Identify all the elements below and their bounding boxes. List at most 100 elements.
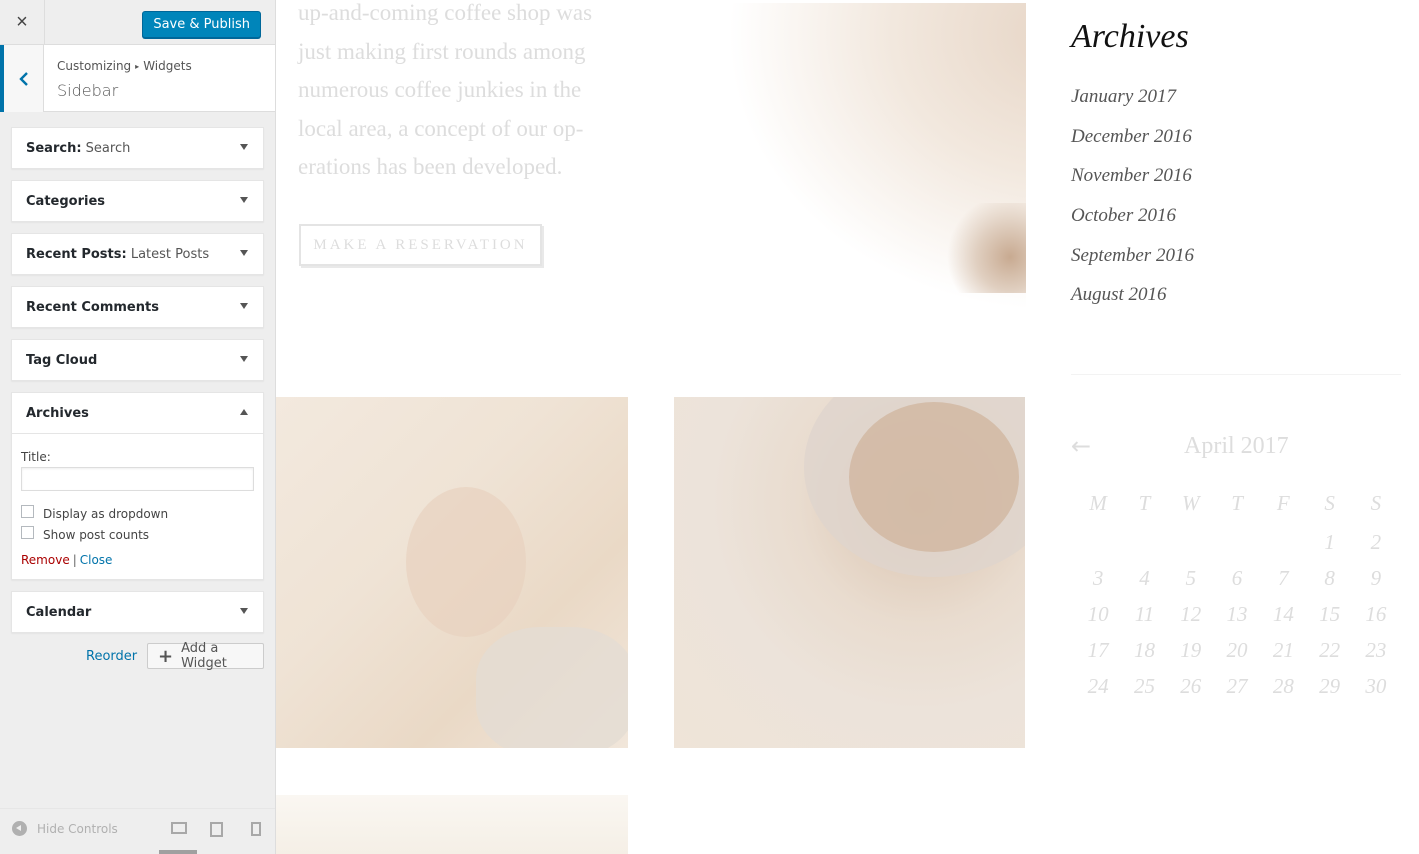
calendar-week-row: 1 2: [1075, 524, 1399, 560]
previous-month-arrow-icon[interactable]: ←: [1071, 432, 1091, 460]
weekday-header: T: [1138, 490, 1151, 515]
calendar-day: 21: [1272, 637, 1294, 662]
title-input[interactable]: [21, 467, 254, 491]
tablet-preview-icon[interactable]: [210, 822, 223, 837]
post-counts-label: Show post counts: [43, 527, 150, 542]
collapse-arrow-icon[interactable]: [240, 409, 248, 415]
archive-link[interactable]: December 2016: [1071, 124, 1194, 164]
calendar-day: 16: [1365, 601, 1387, 626]
weekday-header: W: [1181, 490, 1200, 515]
calendar-weekday-row: M T W T F S S: [1075, 482, 1399, 524]
reorder-link[interactable]: Reorder: [86, 649, 137, 664]
weekday-header: F: [1276, 490, 1290, 515]
save-publish-button[interactable]: Save & Publish: [142, 11, 261, 38]
widget-header-calendar[interactable]: Calendar: [12, 592, 263, 632]
close-icon: ×: [16, 11, 28, 33]
calendar-table: M T W T F S S 1 2 3 4 5 6 7 8 9 10 11 12…: [1075, 482, 1399, 704]
dropdown-checkbox[interactable]: [21, 504, 34, 518]
archive-link[interactable]: August 2016: [1071, 282, 1194, 322]
coffee-scoop-image: [726, 3, 1026, 313]
post-counts-checkbox[interactable]: [21, 525, 34, 539]
hide-controls-button[interactable]: Hide Controls: [12, 821, 118, 836]
widget-title: Tag Cloud: [26, 352, 98, 368]
calendar-month-title: April 2017: [1184, 433, 1289, 459]
calendar-day: 15: [1319, 601, 1341, 626]
archive-link[interactable]: January 2017: [1071, 84, 1194, 124]
calendar-day: 2: [1370, 529, 1382, 554]
barista-figure: [406, 487, 526, 637]
widget-recent-posts: Recent Posts: Latest Posts: [11, 233, 264, 275]
back-button[interactable]: [0, 45, 44, 112]
post-counts-option[interactable]: Show post counts: [21, 524, 254, 545]
archive-link[interactable]: November 2016: [1071, 163, 1194, 203]
calendar-day: 1: [1324, 529, 1335, 554]
calendar-day: [1214, 524, 1260, 560]
expand-arrow-icon[interactable]: [240, 144, 248, 150]
widget-title: Categories: [26, 193, 106, 209]
add-widget-button[interactable]: + Add a Widget: [147, 641, 264, 671]
expand-arrow-icon[interactable]: [240, 303, 248, 309]
calendar-week-row: 24 25 26 27 28 29 30: [1075, 668, 1399, 704]
weekday-header: T: [1231, 490, 1243, 515]
calendar-day: 10: [1087, 601, 1109, 626]
calendar-day: 30: [1365, 673, 1387, 698]
calendar-day: 23: [1365, 637, 1387, 662]
mobile-preview-icon[interactable]: [251, 822, 261, 836]
calendar-day: 17: [1087, 637, 1109, 662]
calendar-day: 7: [1278, 565, 1289, 590]
widget-calendar: Calendar: [11, 591, 264, 633]
weekday-header: M: [1089, 490, 1107, 515]
customizer-panel: × Save & Publish Customizing ▸ Widgets Sid…: [0, 0, 276, 854]
calendar-day: 25: [1133, 673, 1155, 698]
section-header: Customizing ▸ Widgets Sidebar: [0, 45, 275, 112]
expand-arrow-icon[interactable]: [240, 356, 248, 362]
widget-divider: [1071, 374, 1401, 375]
calendar-day: 29: [1319, 673, 1341, 698]
widget-actions: Remove | Close: [21, 553, 254, 567]
widget-header-recent-posts[interactable]: Recent Posts: Latest Posts: [12, 234, 263, 274]
expand-arrow-icon[interactable]: [240, 250, 248, 256]
widget-header-recent-comments[interactable]: Recent Comments: [12, 287, 263, 327]
plus-icon: +: [158, 645, 174, 667]
add-widget-label: Add a Widget: [181, 641, 227, 671]
calendar-day: 6: [1231, 565, 1243, 590]
close-link[interactable]: Close: [80, 553, 113, 567]
calendar-day: 27: [1226, 673, 1248, 698]
widget-recent-comments: Recent Comments: [11, 286, 264, 328]
desktop-preview-icon[interactable]: [171, 822, 187, 834]
widget-header-tag-cloud[interactable]: Tag Cloud: [12, 340, 263, 380]
archives-heading: Archives: [1071, 18, 1189, 55]
calendar-day: 26: [1180, 673, 1202, 698]
intro-paragraph: up-and-coming coffee shop was just makin…: [298, 0, 593, 179]
calendar-day: [1075, 524, 1121, 560]
calendar-day: 5: [1185, 565, 1196, 590]
calendar-day: 11: [1134, 601, 1155, 626]
action-separator: |: [72, 553, 77, 567]
hide-controls-label: Hide Controls: [37, 821, 118, 836]
widget-header-search[interactable]: Search: Search: [12, 128, 263, 168]
widget-title: Archives: [26, 405, 89, 421]
widget-header-archives[interactable]: Archives: [12, 393, 263, 433]
dropdown-option[interactable]: Display as dropdown: [21, 503, 254, 524]
coffee-beans: [849, 402, 1019, 552]
breadcrumb-current: Widgets: [143, 59, 192, 73]
customizer-header-actions: × Save & Publish: [0, 0, 275, 45]
coffee-beans-photo: [674, 397, 1025, 748]
make-reservation-button[interactable]: MAKE A RESERVATION: [299, 224, 542, 266]
widget-header-categories[interactable]: Categories: [12, 181, 263, 221]
calendar-day: 18: [1133, 637, 1155, 662]
close-customizer-button[interactable]: ×: [0, 0, 45, 45]
customizer-footer: Hide Controls: [0, 808, 275, 854]
barista-photo: [276, 397, 628, 748]
calendar-day: 8: [1324, 565, 1335, 590]
expand-arrow-icon[interactable]: [240, 197, 248, 203]
widget-title: Recent Posts:: [26, 246, 127, 262]
coffee-cup-photo: [276, 795, 628, 854]
widget-subtitle: Latest Posts: [130, 246, 210, 262]
expand-arrow-icon[interactable]: [240, 608, 248, 614]
archive-link[interactable]: October 2016: [1071, 203, 1194, 243]
remove-link[interactable]: Remove: [21, 553, 70, 567]
coffee-grounds-image: [946, 203, 1026, 293]
archive-link[interactable]: September 2016: [1071, 243, 1194, 283]
calendar-day: 24: [1087, 673, 1109, 698]
